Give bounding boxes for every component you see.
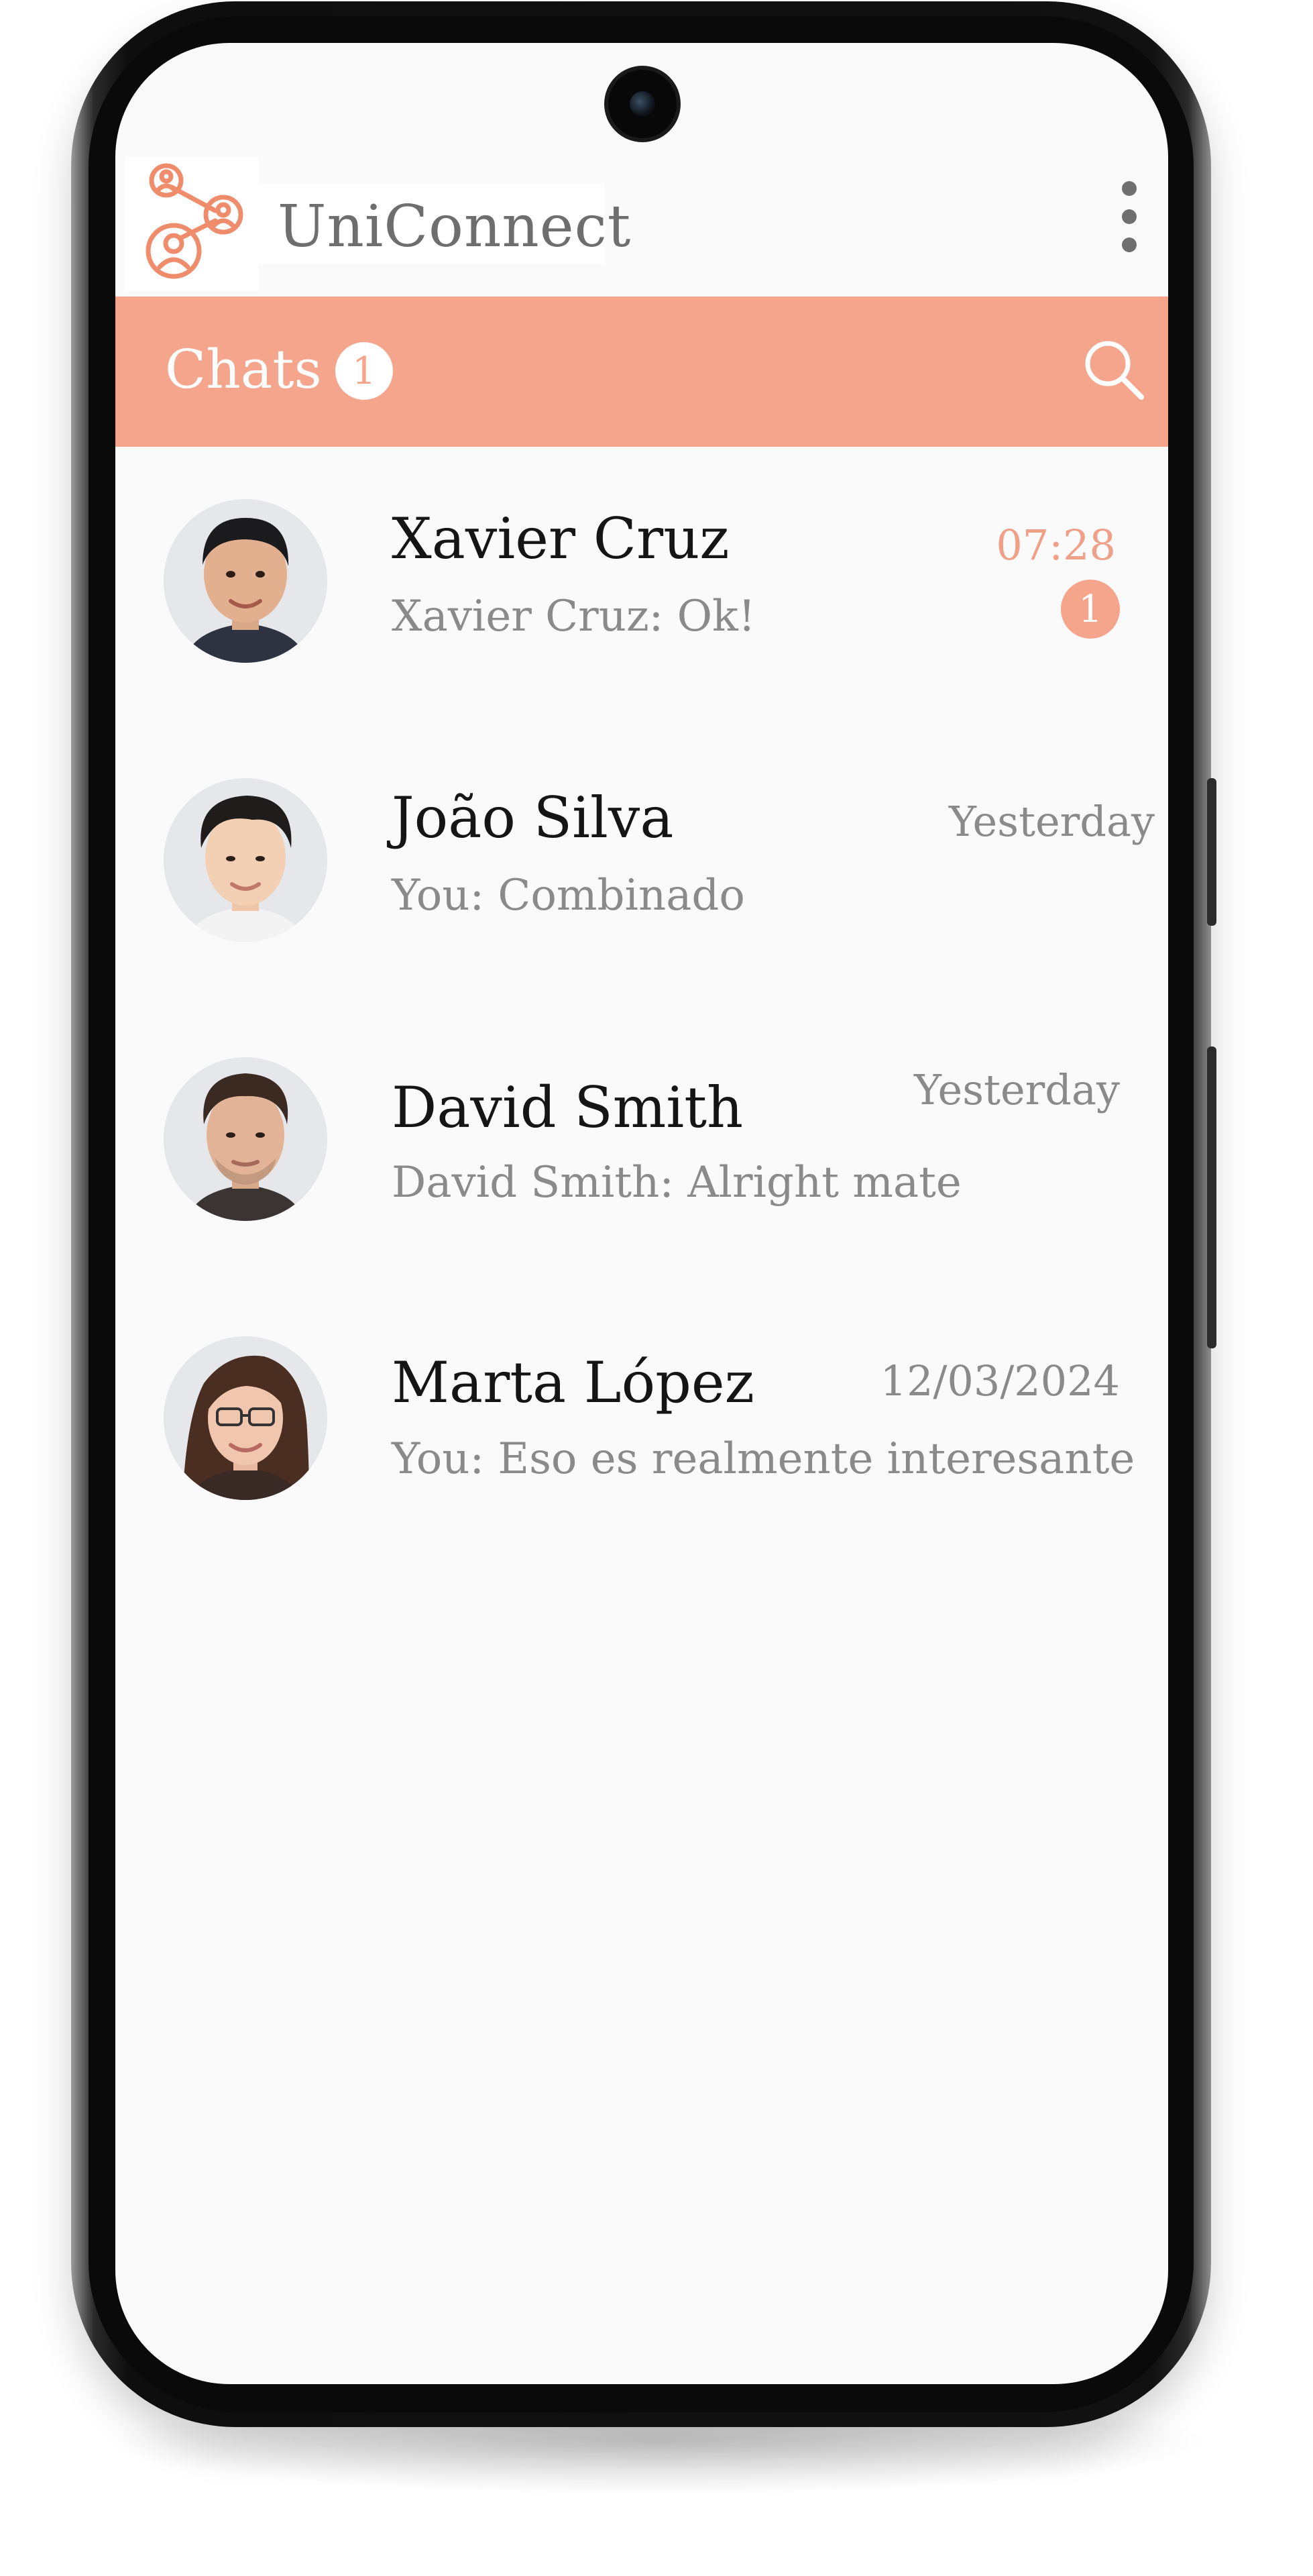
avatar-photo	[164, 778, 327, 942]
chat-list-item[interactable]: Xavier Cruz Xavier Cruz: Ok! 07:28 1	[115, 499, 1168, 700]
chat-last-message: You: Combinado	[392, 871, 745, 920]
avatar	[164, 499, 327, 663]
chat-last-message: Xavier Cruz: Ok!	[392, 592, 756, 641]
chat-contact-name: Xavier Cruz	[392, 506, 730, 572]
chat-list-item[interactable]: Marta López You: Eso es realmente intere…	[115, 1336, 1168, 1538]
chat-last-message: You: Eso es realmente interesante	[392, 1434, 1135, 1484]
chat-timestamp: 07:28	[996, 521, 1116, 570]
avatar-photo	[164, 499, 327, 663]
brand-name: UniConnect	[278, 193, 632, 260]
chats-unread-badge: 1	[335, 342, 393, 400]
chat-timestamp: Yesterday	[949, 797, 1155, 846]
chat-unread-badge: 1	[1061, 580, 1120, 639]
chats-tab-bar: Chats 1	[115, 297, 1168, 447]
avatar	[164, 1057, 327, 1221]
avatar-photo	[164, 1336, 327, 1500]
chats-title[interactable]: Chats	[165, 338, 322, 400]
app-header: UniConnect	[115, 157, 1168, 297]
chat-list-item[interactable]: João Silva You: Combinado Yesterday	[115, 778, 1168, 979]
power-button	[1207, 1046, 1216, 1348]
brand-area: UniConnect	[259, 184, 630, 264]
avatar	[164, 778, 327, 942]
brand-logo	[125, 157, 259, 291]
chat-timestamp: Yesterday	[914, 1065, 1120, 1114]
chat-last-message: David Smith: Alright mate	[392, 1158, 962, 1208]
network-people-icon	[146, 163, 243, 279]
chat-list-item[interactable]: David Smith David Smith: Alright mate Ye…	[115, 1057, 1168, 1258]
chat-contact-name: João Silva	[392, 785, 674, 851]
search-button[interactable]	[1081, 337, 1148, 404]
front-camera	[608, 70, 677, 138]
chat-contact-name: Marta López	[392, 1350, 754, 1415]
chat-timestamp: 12/03/2024	[880, 1356, 1120, 1405]
more-vertical-icon[interactable]	[1116, 181, 1143, 255]
volume-button	[1207, 778, 1216, 926]
avatar	[164, 1336, 327, 1500]
app-screen: UniConnect Chats 1 Xavier Cruz Xavier Cr…	[115, 43, 1168, 2384]
search-icon	[1085, 341, 1144, 400]
avatar-photo	[164, 1057, 327, 1221]
chat-contact-name: David Smith	[392, 1075, 744, 1140]
